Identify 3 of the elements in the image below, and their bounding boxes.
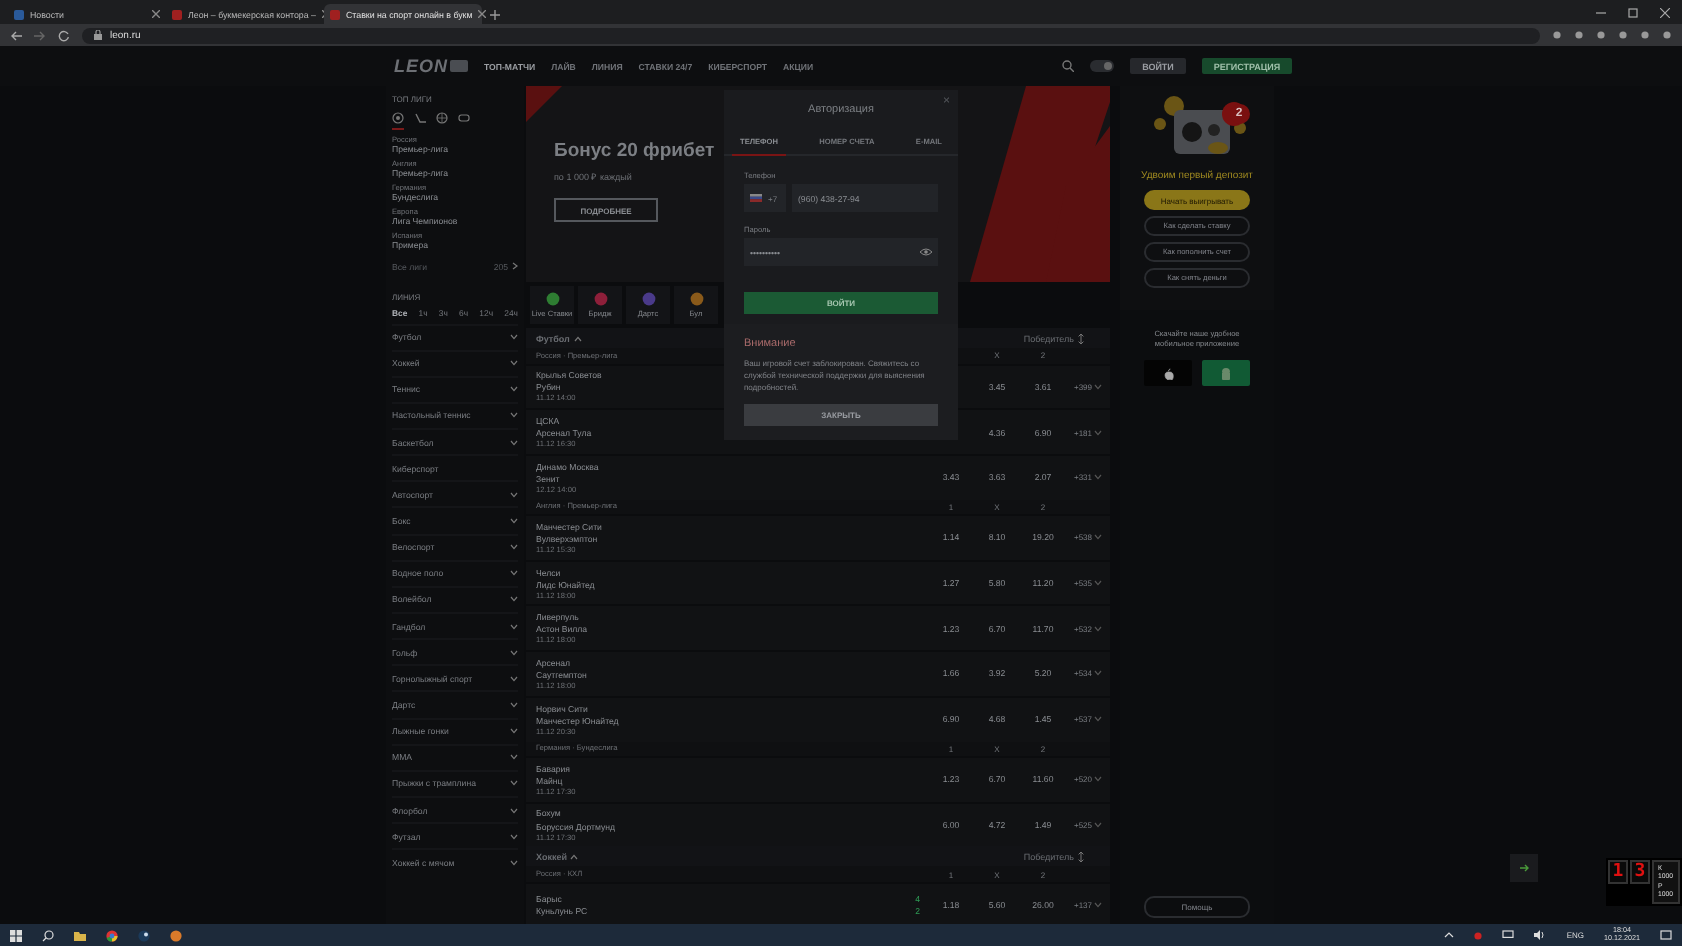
counter-digit: 3 — [1630, 860, 1650, 884]
banner-title: Бонус 20 фрибет — [554, 140, 715, 162]
counter-digit: 1 — [1608, 860, 1628, 884]
